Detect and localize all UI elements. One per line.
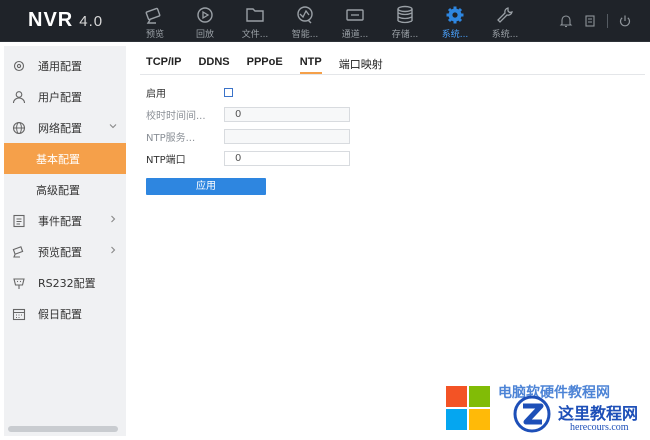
nav-storage[interactable]: 存储...	[380, 0, 430, 42]
server-label: NTP服务...	[146, 132, 196, 144]
top-right-controls	[559, 14, 632, 28]
sidebar-item-rs232[interactable]: RS232配置	[4, 267, 126, 298]
enable-label: 启用	[146, 88, 166, 100]
folder-icon	[246, 8, 264, 22]
sidebar-item-preview[interactable]: 预览配置	[4, 236, 126, 267]
chevron-right-icon	[111, 246, 116, 254]
chevron-right-icon	[111, 215, 116, 223]
storage-icon	[397, 5, 413, 24]
nav-system-maintenance[interactable]: 系统...	[480, 0, 530, 42]
sidebar-item-label: 网络配置	[38, 121, 82, 135]
nav-channel[interactable]: 通道...	[330, 0, 380, 42]
port-row: NTP端口 0	[146, 150, 350, 166]
enable-row: 启用	[146, 84, 233, 100]
port-input[interactable]: 0	[224, 150, 350, 166]
settings-icon	[13, 60, 25, 71]
nav-label: 文件...	[241, 30, 269, 40]
tab-tcpip[interactable]: TCP/IP	[146, 56, 181, 74]
apply-button[interactable]: 应用	[146, 178, 266, 195]
app-logo: NVR 4.0	[28, 9, 103, 32]
tab-divider	[140, 74, 645, 75]
sidebar-scrollbar[interactable]	[8, 426, 118, 432]
smart-analysis-icon	[297, 6, 313, 24]
nav-smart[interactable]: 智能...	[280, 0, 330, 42]
nav-files[interactable]: 文件...	[230, 0, 280, 42]
nav-label: 预览	[145, 30, 164, 40]
calendar-icon	[12, 308, 26, 320]
network-tabs: TCP/IP DDNS PPPoE NTP 端口映射	[146, 56, 400, 74]
globe-icon	[12, 121, 26, 134]
nav-label: 系统...	[491, 30, 519, 40]
nav-label: 通道...	[341, 30, 369, 40]
server-input[interactable]	[224, 128, 350, 144]
preview-camera-icon	[12, 245, 24, 258]
nav-playback[interactable]: 回放	[180, 0, 230, 42]
sidebar-item-label: 事件配置	[38, 214, 82, 228]
gear-icon	[446, 6, 464, 24]
nav-label: 系统...	[441, 30, 469, 40]
app-version: 4.0	[79, 13, 104, 30]
z-badge-icon	[513, 395, 551, 433]
interval-label: 校时时间间...	[146, 110, 206, 122]
bell-icon[interactable]	[559, 14, 573, 28]
lock-screen-icon[interactable]	[583, 14, 597, 28]
enable-checkbox[interactable]	[224, 87, 233, 97]
sidebar: 通用配置 用户配置 网络配置 基本配置 高级配置 事件配置 预览配置 RS232…	[4, 46, 126, 436]
channel-icon	[346, 9, 364, 21]
tab-port-mapping[interactable]: 端口映射	[339, 56, 383, 74]
interval-row: 校时时间间... 0	[146, 106, 350, 122]
app-name: NVR	[28, 9, 74, 31]
sidebar-item-network[interactable]: 网络配置	[4, 112, 126, 143]
port-label: NTP端口	[146, 154, 186, 166]
server-row: NTP服务...	[146, 128, 350, 144]
sidebar-item-label: 预览配置	[38, 245, 82, 259]
tab-pppoe[interactable]: PPPoE	[247, 56, 283, 74]
windows-logo-icon	[446, 386, 490, 430]
tab-ddns[interactable]: DDNS	[198, 56, 229, 74]
chevron-down-icon	[109, 124, 117, 129]
user-icon	[12, 90, 26, 103]
watermark-title: 这里教程网	[558, 404, 639, 423]
sidebar-item-holiday[interactable]: 假日配置	[4, 298, 126, 329]
sidebar-item-event[interactable]: 事件配置	[4, 205, 126, 236]
nav-system-config[interactable]: 系统...	[430, 0, 480, 42]
sidebar-item-advanced-config[interactable]: 高级配置	[4, 174, 126, 205]
power-icon[interactable]	[618, 14, 632, 28]
divider	[607, 14, 608, 28]
playback-icon	[197, 7, 213, 23]
watermark: 电脑软硬件教程网 这里教程网 herecours.com	[440, 378, 650, 440]
sidebar-item-label: 通用配置	[38, 59, 82, 73]
sidebar-item-general[interactable]: 通用配置	[4, 50, 126, 81]
nav-label: 存储...	[391, 30, 419, 40]
rs232-icon	[13, 277, 25, 289]
watermark-url: herecours.com	[570, 422, 629, 433]
sidebar-item-user[interactable]: 用户配置	[4, 81, 126, 112]
main-nav: 预览 回放 文件... 智能... 通道... 存储... 系统... 系统..…	[130, 0, 530, 42]
sidebar-item-label: 用户配置	[38, 90, 82, 104]
event-icon	[13, 214, 25, 227]
nav-preview[interactable]: 预览	[130, 0, 180, 42]
interval-input[interactable]: 0	[224, 106, 350, 122]
sidebar-item-label: 基本配置	[36, 152, 80, 166]
nav-label: 智能...	[291, 30, 319, 40]
wrench-icon	[497, 7, 513, 23]
camera-icon	[145, 7, 161, 24]
sidebar-item-basic-config[interactable]: 基本配置	[4, 143, 126, 174]
sidebar-item-label: RS232配置	[38, 276, 96, 290]
sidebar-item-label: 高级配置	[36, 183, 80, 197]
nav-label: 回放	[195, 30, 214, 40]
top-bar: NVR 4.0 预览 回放 文件... 智能... 通道... 存储... 系统…	[0, 0, 650, 42]
tab-ntp[interactable]: NTP	[299, 56, 322, 74]
sidebar-item-label: 假日配置	[38, 307, 82, 321]
